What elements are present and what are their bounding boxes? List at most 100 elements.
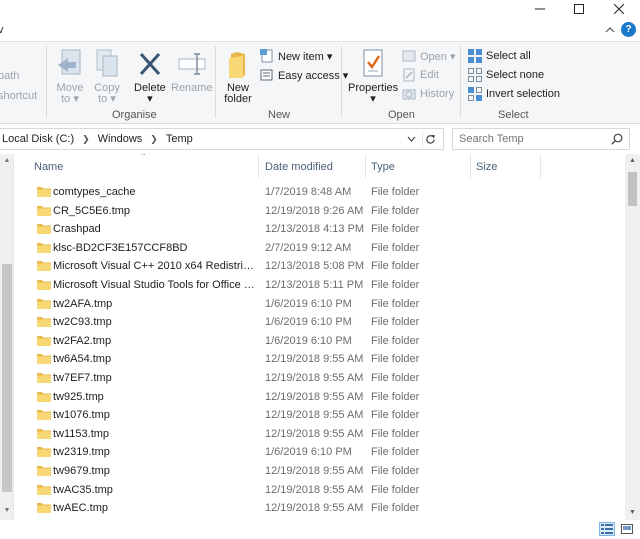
file-name: tw2319.tmp (53, 446, 110, 459)
large-icons-view-button[interactable] (619, 522, 635, 536)
nav-scrollbar-thumb[interactable] (2, 264, 12, 492)
copy-path-button[interactable]: path (0, 70, 19, 82)
properties-icon (358, 48, 388, 80)
file-type: File folder (371, 279, 420, 291)
file-row[interactable]: tw2AFA.tmp 1/6/2019 6:10 PM File folder (15, 295, 625, 313)
file-type: File folder (371, 427, 420, 440)
file-row[interactable]: tw2C93.tmp 1/6/2019 6:10 PM File folder (15, 313, 625, 331)
file-row[interactable]: tw6A54.tmp 12/19/2018 9:55 AM File folder (15, 350, 625, 368)
folder-icon (37, 335, 51, 346)
file-type: File folder (371, 297, 420, 310)
breadcrumb-chevron-icon[interactable]: ❯ (150, 134, 158, 145)
folder-icon (37, 224, 51, 235)
file-name: Microsoft Visual C++ 2010 x64 Redistrib.… (53, 260, 258, 273)
file-row[interactable]: comtypes_cache 1/7/2019 8:48 AM File folde… (15, 183, 625, 201)
file-row[interactable]: Microsoft Visual C++ 2010 x64 Redistrib.… (15, 257, 625, 275)
edit-label: Edit (420, 69, 439, 81)
column-header-date-modified[interactable]: Date modified (265, 161, 333, 173)
column-divider[interactable] (470, 154, 471, 178)
open-button[interactable]: Open ▾ (401, 47, 456, 65)
file-name: tw2FA2.tmp (53, 334, 112, 347)
move-to-button[interactable]: Move to ▾ (55, 48, 85, 105)
ribbon-tab-view[interactable]: v (0, 24, 4, 36)
column-divider[interactable] (258, 154, 259, 178)
history-button[interactable]: History (401, 85, 454, 103)
delete-x-icon (135, 48, 165, 80)
file-type: File folder (371, 316, 420, 329)
column-header-row: ⌃ Name Date modified Type Size (15, 154, 625, 179)
file-row[interactable]: tw9679.tmp 12/19/2018 9:55 AM File folder (15, 462, 625, 480)
navigation-pane[interactable]: ▲ ▼ (0, 154, 14, 520)
file-row[interactable]: tw1076.tmp 12/19/2018 9:55 AM File folder (15, 406, 625, 424)
file-name: CR_5C5E6.tmp (53, 204, 131, 217)
properties-button[interactable]: Properties ▾ (348, 48, 398, 105)
file-row[interactable]: tw925.tmp 12/19/2018 9:55 AM File folder (15, 388, 625, 406)
file-date-modified: 12/19/2018 9:55 AM (265, 390, 364, 403)
open-icon (401, 48, 417, 64)
new-group-label: New (268, 109, 291, 121)
scroll-down-icon[interactable]: ▼ (625, 506, 640, 520)
new-item-button[interactable]: New item ▾ (259, 47, 332, 65)
file-row[interactable]: twAEC.tmp 12/19/2018 9:55 AM File folder (15, 499, 625, 517)
details-view-button[interactable] (599, 522, 615, 536)
maximize-button[interactable] (563, 0, 595, 18)
easy-access-button[interactable]: Easy access ▾ (259, 66, 348, 84)
large-icons-view-icon (621, 524, 633, 534)
delete-button[interactable]: Delete ▾ (134, 48, 166, 105)
paste-shortcut-button[interactable]: shortcut (0, 90, 37, 102)
column-header-name[interactable]: Name (34, 161, 63, 173)
close-button[interactable] (603, 0, 635, 18)
file-row[interactable]: tw7EF7.tmp 12/19/2018 9:55 AM File folder (15, 369, 625, 387)
column-header-type[interactable]: Type (371, 161, 395, 173)
vertical-scrollbar[interactable]: ▲ ▼ (625, 154, 640, 520)
column-header-size[interactable]: Size (476, 161, 497, 173)
folder-icon (37, 484, 51, 495)
file-row[interactable]: tw2FA2.tmp 1/6/2019 6:10 PM File folder (15, 332, 625, 350)
file-row[interactable]: tw2319.tmp 1/6/2019 6:10 PM File folder (15, 443, 625, 461)
file-type: File folder (371, 409, 420, 422)
file-date-modified: 12/19/2018 9:55 AM (265, 465, 364, 477)
rename-button[interactable]: Rename (171, 48, 213, 94)
file-name: tw925.tmp (53, 390, 104, 403)
ribbon-collapse-icon[interactable] (603, 24, 617, 36)
select-none-button[interactable]: Select none (467, 66, 544, 84)
history-icon (401, 86, 417, 102)
nav-scroll-up-icon[interactable]: ▲ (2, 156, 12, 166)
new-folder-button[interactable]: New folder (223, 48, 253, 105)
file-row[interactable]: twAC35.tmp 12/19/2018 9:55 AM File folder (15, 481, 625, 499)
file-row[interactable]: Microsoft Visual Studio Tools for Office… (15, 276, 625, 294)
folder-icon (37, 391, 51, 402)
address-bar[interactable]: Local Disk (C:) ❯ Windows ❯ Temp (0, 128, 444, 150)
help-icon[interactable]: ? (621, 22, 636, 37)
file-row[interactable]: Crashpad 12/13/2018 4:13 PM File folder (15, 220, 625, 238)
column-divider[interactable] (365, 154, 366, 178)
breadcrumb-local-disk[interactable]: Local Disk (C:) (2, 133, 74, 145)
refresh-button[interactable] (422, 132, 438, 146)
breadcrumb-temp[interactable]: Temp (166, 133, 193, 145)
move-to-icon (55, 48, 85, 80)
folder-icon (37, 503, 51, 514)
search-box[interactable] (452, 128, 630, 150)
breadcrumb-windows[interactable]: Windows (98, 133, 143, 145)
invert-selection-button[interactable]: Invert selection (467, 85, 560, 103)
address-history-dropdown[interactable] (404, 132, 418, 146)
copy-to-button[interactable]: Copy to ▾ (92, 48, 122, 105)
file-date-modified: 1/6/2019 6:10 PM (265, 446, 352, 459)
scrollbar-thumb[interactable] (628, 172, 637, 206)
minimize-button[interactable] (524, 0, 556, 18)
file-row[interactable]: klsc-BD2CF3E157CCF8BD 2/7/2019 9:12 AM Fil… (15, 239, 625, 257)
group-separator (341, 46, 342, 118)
breadcrumb-chevron-icon[interactable]: ❯ (82, 134, 90, 145)
file-row[interactable]: tw1153.tmp 12/19/2018 9:55 AM File folder (15, 425, 625, 443)
file-type: File folder (371, 446, 420, 459)
select-all-button[interactable]: Select all (467, 47, 531, 65)
file-list[interactable]: ⌃ Name Date modified Type Size comtypes_… (15, 154, 625, 520)
file-type: File folder (371, 483, 420, 496)
file-row[interactable]: CR_5C5E6.tmp 12/19/2018 9:26 AM File folde… (15, 202, 625, 220)
nav-scroll-down-icon[interactable]: ▼ (2, 506, 12, 516)
edit-button[interactable]: Edit (401, 66, 439, 84)
column-divider[interactable] (540, 154, 541, 178)
search-input[interactable] (459, 133, 609, 145)
sort-ascending-icon: ⌃ (140, 154, 147, 161)
scroll-up-icon[interactable]: ▲ (625, 154, 640, 168)
